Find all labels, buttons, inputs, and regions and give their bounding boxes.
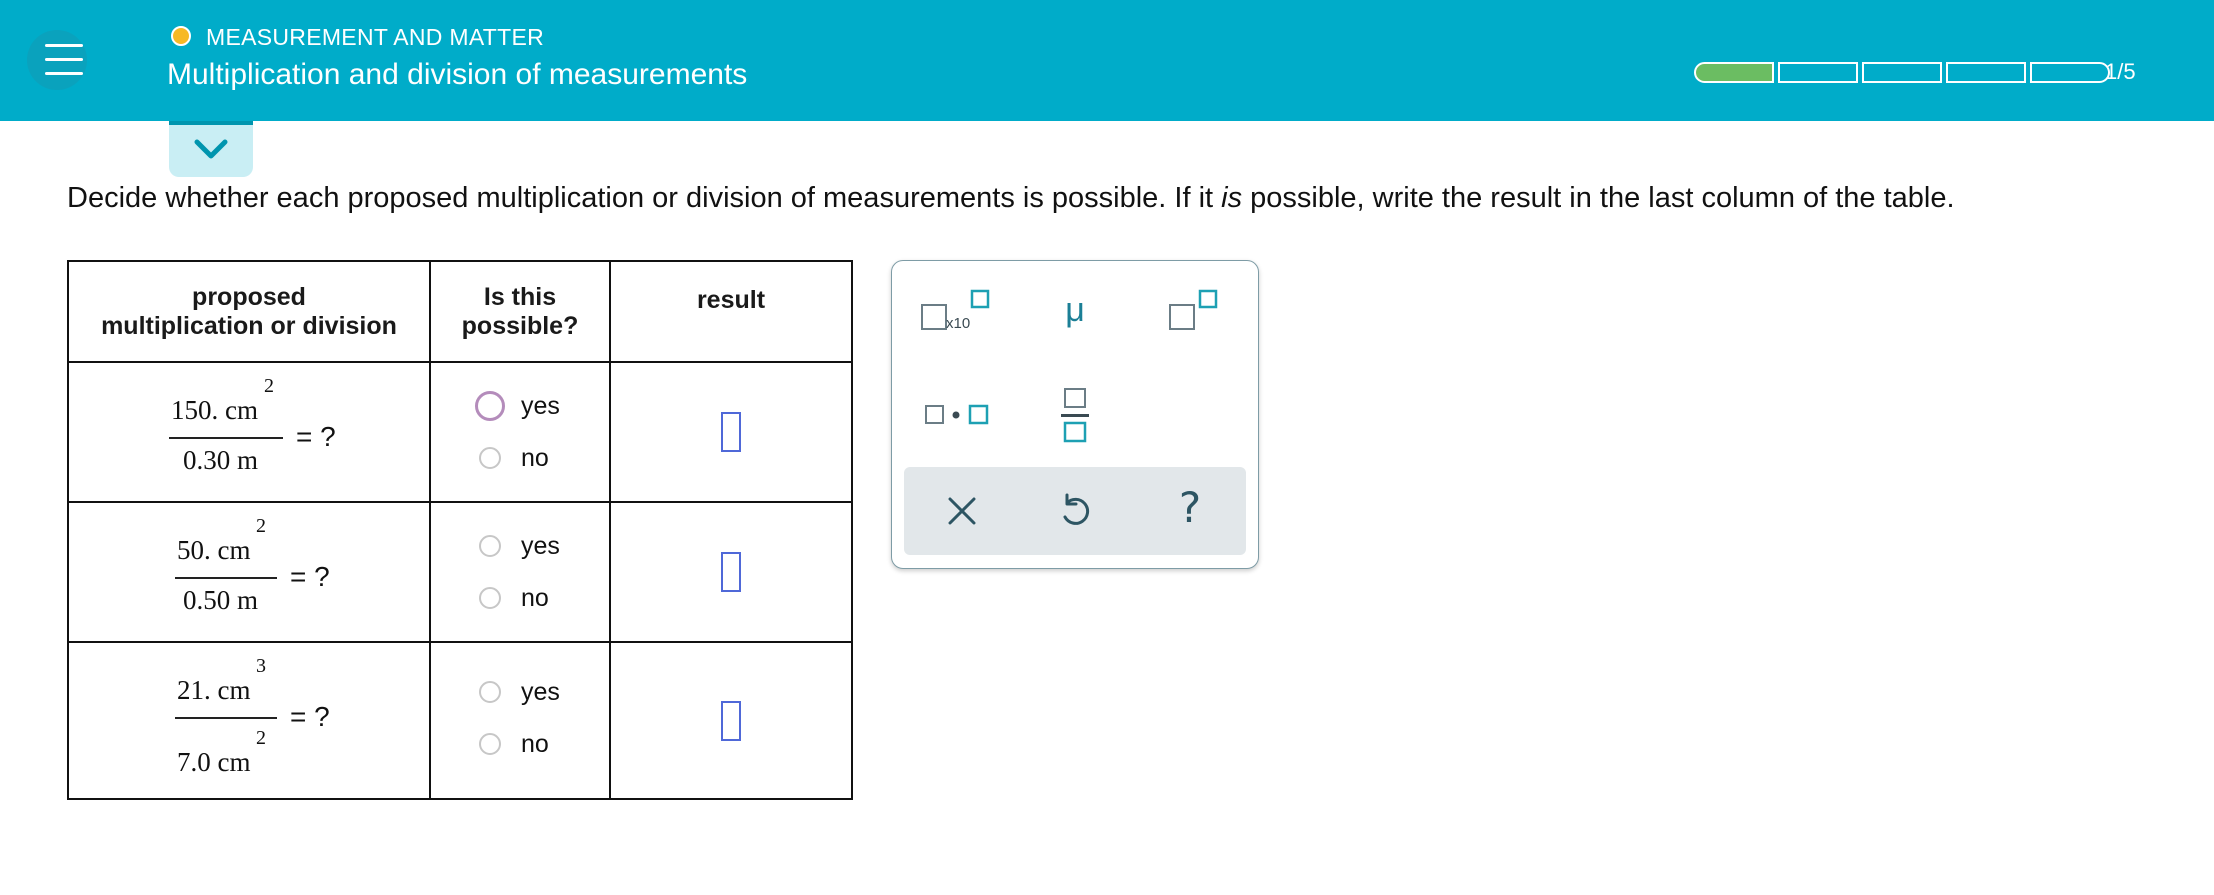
yes-radio[interactable] xyxy=(475,391,505,421)
help-icon[interactable]: ? xyxy=(1172,483,1208,533)
numerator-exponent: 2 xyxy=(264,375,274,397)
no-radio[interactable] xyxy=(479,587,501,609)
superscript-icon[interactable] xyxy=(1168,289,1222,339)
header-text: proposed xyxy=(192,282,306,311)
progress-bar xyxy=(1694,62,2110,83)
denominator: 0.30 m xyxy=(183,445,259,475)
numerator: 50. cm xyxy=(177,535,251,565)
equals-question: = ? xyxy=(296,421,336,452)
no-label: no xyxy=(521,730,549,758)
clear-icon[interactable] xyxy=(944,493,980,529)
fraction-bar xyxy=(169,437,283,439)
instructions-part: Decide whether each proposed multiplicat… xyxy=(67,182,1222,214)
multiply-dot-icon[interactable] xyxy=(924,401,994,431)
table-row: 3 21. cm 2 7.0 cm = ? yes no xyxy=(67,641,853,800)
topic-status-dot-icon xyxy=(171,26,191,46)
mu-symbol-icon[interactable]: μ xyxy=(1060,291,1090,331)
table-row: 2 150. cm 0.30 m = ? yes no xyxy=(67,361,853,503)
progress-segment xyxy=(2030,62,2110,83)
yes-label: yes xyxy=(521,532,560,560)
collapse-toggle-button[interactable] xyxy=(169,121,253,177)
yes-label: yes xyxy=(521,392,560,420)
table-row: 2 50. cm 0.50 m = ? yes no xyxy=(67,501,853,643)
fraction: 2 150. cm 0.30 m = ? xyxy=(69,363,429,501)
palette-action-bar: ? xyxy=(904,467,1246,555)
progress-segment xyxy=(1778,62,1858,83)
possible-cell: yes no xyxy=(429,501,611,643)
yes-radio[interactable] xyxy=(479,681,501,703)
no-label: no xyxy=(521,444,549,472)
header-possible: Is this possible? xyxy=(429,260,611,363)
progress-segment xyxy=(1946,62,2026,83)
result-cell xyxy=(609,361,853,503)
topic-label: MEASUREMENT AND MATTER xyxy=(206,24,544,50)
yes-label: yes xyxy=(521,678,560,706)
progress-segment xyxy=(1694,62,1774,83)
math-palette: x10 μ ? xyxy=(891,260,1259,569)
header-text: multiplication or division xyxy=(101,311,397,340)
undo-icon[interactable] xyxy=(1057,491,1093,531)
numerator-exponent: 3 xyxy=(256,655,266,677)
fraction-bar xyxy=(175,717,277,719)
numerator: 21. cm xyxy=(177,675,251,705)
equals-question: = ? xyxy=(290,561,330,592)
result-cell xyxy=(609,641,853,800)
fraction-cell: 2 150. cm 0.30 m = ? xyxy=(67,361,431,503)
header-proposed: proposed multiplication or division xyxy=(67,260,431,363)
menu-icon[interactable] xyxy=(27,30,87,90)
instructions-text: Decide whether each proposed multiplicat… xyxy=(67,182,1955,215)
fraction: 2 50. cm 0.50 m = ? xyxy=(69,503,429,641)
header-text: result xyxy=(696,286,766,314)
fraction-icon[interactable] xyxy=(1058,385,1092,445)
no-label: no xyxy=(521,584,549,612)
x10-label: x10 xyxy=(946,315,971,332)
fraction-cell: 2 50. cm 0.50 m = ? xyxy=(67,501,431,643)
header-text: possible? xyxy=(461,311,579,340)
lesson-title: Multiplication and division of measureme… xyxy=(167,58,748,91)
numerator-exponent: 2 xyxy=(256,515,266,537)
possible-cell: yes no xyxy=(429,361,611,503)
fraction-bar xyxy=(175,577,277,579)
instructions-part: possible, write the result in the last c… xyxy=(1242,182,1955,214)
no-radio[interactable] xyxy=(479,447,501,469)
fraction: 3 21. cm 2 7.0 cm = ? xyxy=(69,643,429,798)
result-input[interactable] xyxy=(721,412,741,452)
equals-question: = ? xyxy=(290,701,330,732)
header-bar: MEASUREMENT AND MATTER Multiplication an… xyxy=(0,0,2214,121)
header-text: Is this xyxy=(483,282,557,311)
denominator-exponent: 2 xyxy=(256,727,266,749)
progress-label: 1/5 xyxy=(2105,59,2136,84)
denominator: 7.0 cm xyxy=(177,747,251,777)
result-input[interactable] xyxy=(721,700,741,741)
fraction-cell: 3 21. cm 2 7.0 cm = ? xyxy=(67,641,431,800)
instructions-emphasis: is xyxy=(1221,182,1243,214)
progress-segment xyxy=(1862,62,1942,83)
scientific-notation-icon[interactable]: x10 xyxy=(920,289,992,339)
yes-radio[interactable] xyxy=(479,535,501,557)
chevron-down-icon xyxy=(194,139,228,159)
denominator: 0.50 m xyxy=(183,585,259,615)
result-input[interactable] xyxy=(721,552,741,592)
header-result: result xyxy=(609,260,853,363)
no-radio[interactable] xyxy=(479,733,501,755)
result-cell xyxy=(609,501,853,643)
possible-cell: yes no xyxy=(429,641,611,800)
numerator: 150. cm xyxy=(171,395,258,425)
measurement-table: proposed multiplication or division Is t… xyxy=(67,260,853,800)
